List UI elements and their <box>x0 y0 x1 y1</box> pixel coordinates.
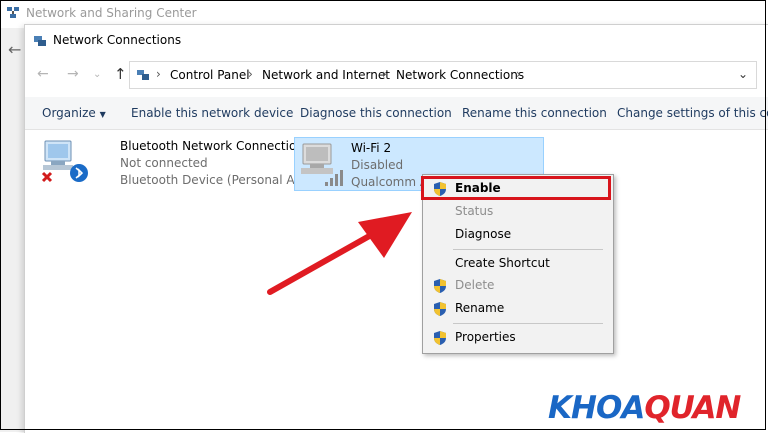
address-bar[interactable]: › Control Panel › Network and Internet ›… <box>129 61 757 89</box>
khoaquan-logo: KHOAQUAN <box>548 390 741 426</box>
back-window-title: Network and Sharing Center <box>26 6 197 20</box>
enable-device-button[interactable]: Enable this network device <box>131 106 293 120</box>
menu-item-create-shortcut[interactable]: Create Shortcut <box>423 253 613 275</box>
control-panel-icon <box>137 70 149 80</box>
menu-item-delete[interactable]: Delete <box>423 275 613 297</box>
breadcrumb-control-panel[interactable]: Control Panel <box>170 68 250 82</box>
breadcrumb-chevron-icon: › <box>516 67 521 81</box>
wifi-status: Disabled <box>351 158 404 172</box>
wifi-adapter-icon <box>301 143 343 186</box>
menu-label-properties: Properties <box>455 330 516 344</box>
diagnose-button[interactable]: Diagnose this connection <box>300 106 452 120</box>
wifi-device: Qualcomm A <box>351 175 429 189</box>
back-nav-icon[interactable]: ← <box>37 66 49 82</box>
address-row: ← → ⌄ ↑ › Control Panel › Network and In… <box>25 59 768 91</box>
menu-item-status[interactable]: Status <box>423 201 613 223</box>
title-bar: Network Connections <box>25 25 768 57</box>
menu-label-create-shortcut: Create Shortcut <box>455 256 550 270</box>
menu-separator <box>453 249 603 250</box>
bluetooth-name: Bluetooth Network Connection <box>120 139 304 153</box>
wifi-name: Wi-Fi 2 <box>351 141 392 155</box>
menu-item-rename[interactable]: Rename <box>423 298 613 320</box>
organize-button[interactable]: Organize ▼ <box>42 106 106 120</box>
logo-part-1: KHOA <box>548 390 645 426</box>
menu-label-status: Status <box>455 204 494 218</box>
breadcrumb-chevron-icon: › <box>248 67 253 81</box>
menu-label-delete: Delete <box>455 278 495 292</box>
network-connections-icon <box>34 36 46 46</box>
command-bar: Organize ▼ Enable this network device Di… <box>25 97 768 130</box>
rename-button[interactable]: Rename this connection <box>462 106 607 120</box>
breadcrumb-chevron-icon: › <box>382 67 387 81</box>
breadcrumb-network-internet[interactable]: Network and Internet <box>262 68 390 82</box>
chevron-down-icon: ▼ <box>99 110 106 119</box>
bluetooth-adapter-icon <box>41 140 88 183</box>
menu-item-properties[interactable]: Properties <box>423 327 613 349</box>
window-title: Network Connections <box>53 33 182 47</box>
recent-dropdown-icon[interactable]: ⌄ <box>93 69 101 80</box>
breadcrumb-chevron-icon: › <box>156 67 161 81</box>
network-center-icon <box>7 7 19 18</box>
address-dropdown-icon[interactable]: ⌄ <box>738 67 748 81</box>
bluetooth-status: Not connected <box>120 156 208 170</box>
menu-label-rename: Rename <box>455 301 505 315</box>
forward-nav-icon[interactable]: → <box>67 66 79 82</box>
enable-highlight-box <box>421 176 611 200</box>
menu-label-diagnose: Diagnose <box>455 227 512 241</box>
context-menu: Enable Status Diagnose Create Shortcut D… <box>422 174 614 354</box>
logo-part-2: QUAN <box>644 390 741 426</box>
menu-separator <box>453 323 603 324</box>
breadcrumb-network-connections[interactable]: Network Connections <box>396 68 524 82</box>
organize-label: Organize <box>42 106 96 120</box>
up-nav-icon[interactable]: ↑ <box>114 65 127 83</box>
menu-item-diagnose[interactable]: Diagnose <box>423 224 613 246</box>
back-arrow-icon[interactable]: ← <box>8 40 21 59</box>
bluetooth-connection-item[interactable]: Bluetooth Network Connection Not connect… <box>39 137 329 193</box>
shield-icon <box>434 279 446 293</box>
shield-icon <box>434 331 446 345</box>
change-settings-button[interactable]: Change settings of this conn <box>617 106 768 120</box>
shield-icon <box>434 302 446 316</box>
red-arrow-annotation <box>267 212 412 295</box>
